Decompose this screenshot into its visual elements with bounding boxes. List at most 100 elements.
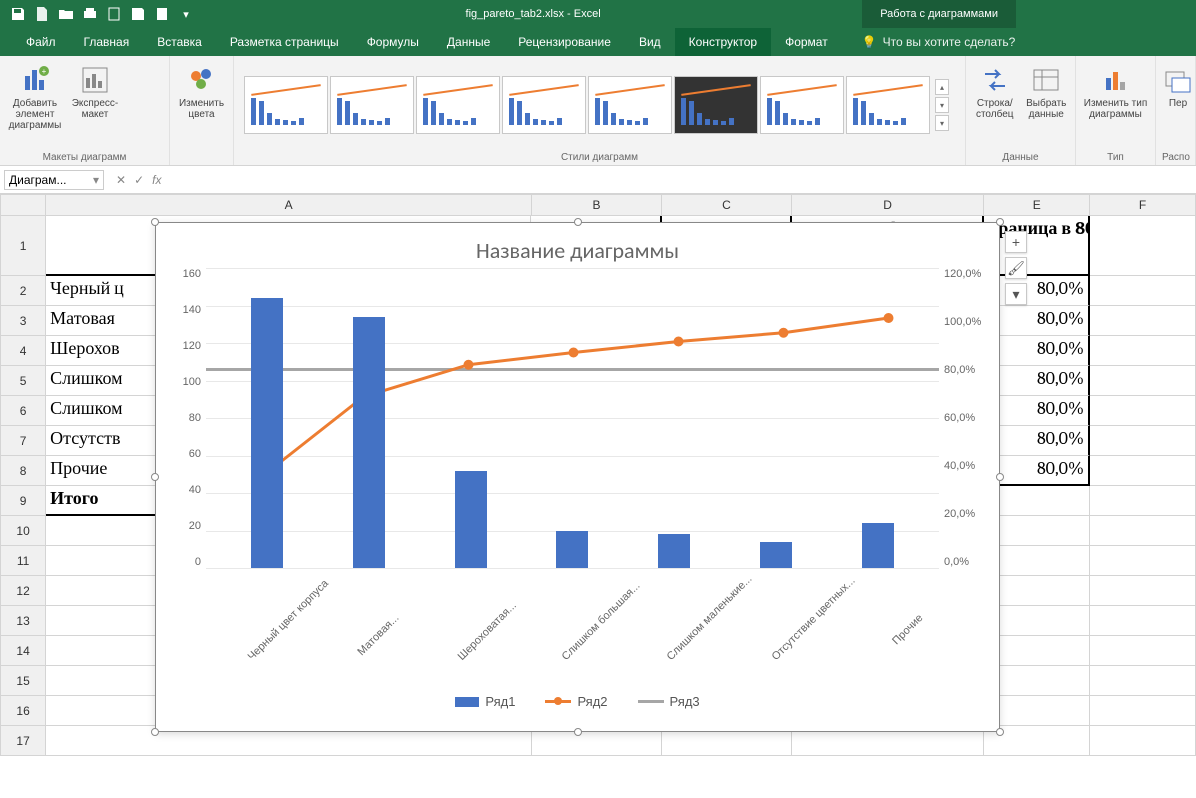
style-thumb-8[interactable] [846, 76, 930, 134]
formula-input[interactable] [169, 170, 1196, 190]
change-chart-type-button[interactable]: Изменить тип диаграммы [1082, 60, 1149, 120]
add-chart-element-button[interactable]: + Добавить элемент диаграммы [6, 60, 64, 131]
row-header[interactable]: 8 [0, 456, 46, 486]
col-header-E[interactable]: E [984, 194, 1090, 216]
style-thumb-1[interactable] [244, 76, 328, 134]
cell[interactable] [1090, 336, 1196, 366]
row-header[interactable]: 12 [0, 576, 46, 606]
cell[interactable] [1090, 306, 1196, 336]
qat-dropdown-icon[interactable]: ▾ [178, 6, 194, 22]
quickprint-icon[interactable] [82, 6, 98, 22]
cell[interactable] [1090, 216, 1196, 276]
row-header[interactable]: 16 [0, 696, 46, 726]
tab-page-layout[interactable]: Разметка страницы [216, 28, 353, 56]
style-thumb-3[interactable] [416, 76, 500, 134]
gallery-up-icon[interactable]: ▴ [935, 79, 949, 95]
gallery-down-icon[interactable]: ▾ [935, 97, 949, 113]
resize-handle-icon[interactable] [151, 728, 159, 736]
cell[interactable] [1090, 666, 1196, 696]
namebox-dropdown-icon[interactable]: ▾ [93, 173, 99, 187]
tab-formulas[interactable]: Формулы [353, 28, 433, 56]
row-header[interactable]: 11 [0, 546, 46, 576]
row-header[interactable]: 3 [0, 306, 46, 336]
tab-chart-design[interactable]: Конструктор [675, 28, 771, 56]
style-thumb-2[interactable] [330, 76, 414, 134]
cell[interactable] [1090, 426, 1196, 456]
cell[interactable] [1090, 726, 1196, 756]
row-header[interactable]: 17 [0, 726, 46, 756]
col-header-F[interactable]: F [1090, 194, 1196, 216]
tab-file[interactable]: Файл [12, 28, 70, 56]
chart-elements-button[interactable]: + [1005, 231, 1027, 253]
enter-formula-icon[interactable]: ✓ [134, 173, 144, 187]
col-header-C[interactable]: C [662, 194, 792, 216]
fx-icon[interactable]: fx [152, 173, 161, 187]
row-header[interactable]: 14 [0, 636, 46, 666]
name-box[interactable]: Диаграм... ▾ [4, 170, 104, 190]
col-header-A[interactable]: A [46, 194, 532, 216]
row-header[interactable]: 1 [0, 216, 46, 276]
cell[interactable] [1090, 696, 1196, 726]
resize-handle-icon[interactable] [574, 728, 582, 736]
cell[interactable] [1090, 396, 1196, 426]
style-thumb-5[interactable] [588, 76, 672, 134]
switch-row-col-button[interactable]: Строка/столбец [972, 60, 1018, 120]
save2-icon[interactable] [130, 6, 146, 22]
style-thumb-4[interactable] [502, 76, 586, 134]
resize-handle-icon[interactable] [151, 218, 159, 226]
resize-handle-icon[interactable] [151, 473, 159, 481]
new-icon[interactable] [34, 6, 50, 22]
tab-view[interactable]: Вид [625, 28, 675, 56]
cell[interactable] [1090, 516, 1196, 546]
save-icon[interactable] [10, 6, 26, 22]
cell[interactable] [1090, 456, 1196, 486]
resize-handle-icon[interactable] [996, 473, 1004, 481]
chart-title[interactable]: Название диаграммы [156, 223, 999, 268]
resize-handle-icon[interactable] [574, 218, 582, 226]
chart-filters-button[interactable]: ▾ [1005, 283, 1027, 305]
worksheet-grid[interactable]: A B C D E F 1 Кол-во Процент Процент деф… [0, 194, 1196, 798]
tab-data[interactable]: Данные [433, 28, 504, 56]
cell[interactable] [1090, 276, 1196, 306]
cell[interactable] [1090, 546, 1196, 576]
cell[interactable] [1090, 606, 1196, 636]
cell[interactable] [1090, 636, 1196, 666]
open-icon[interactable] [58, 6, 74, 22]
tab-chart-format[interactable]: Формат [771, 28, 842, 56]
embedded-chart[interactable]: + 🖌 ▾ Название диаграммы 160140120100806… [155, 222, 1000, 732]
change-colors-button[interactable]: Изменить цвета [176, 60, 227, 120]
tell-me-search[interactable]: 💡 Что вы хотите сделать? [862, 35, 1016, 49]
plot-area[interactable]: 160140120100806040200 120,0%100,0%80,0%6… [206, 268, 939, 568]
row-header[interactable]: 4 [0, 336, 46, 366]
row-header[interactable]: 9 [0, 486, 46, 516]
tab-insert[interactable]: Вставка [143, 28, 216, 56]
resize-handle-icon[interactable] [996, 218, 1004, 226]
move-chart-button[interactable]: Пер [1162, 60, 1194, 109]
cancel-formula-icon[interactable]: ✕ [116, 173, 126, 187]
gallery-more-icon[interactable]: ▾ [935, 115, 949, 131]
row-header[interactable]: 7 [0, 426, 46, 456]
row-header[interactable]: 5 [0, 366, 46, 396]
row-header[interactable]: 2 [0, 276, 46, 306]
chart-styles-gallery[interactable]: ▴ ▾ ▾ [240, 60, 959, 150]
paste-icon[interactable] [154, 6, 170, 22]
select-data-button[interactable]: Выбрать данные [1024, 60, 1070, 120]
row-header[interactable]: 6 [0, 396, 46, 426]
cell[interactable] [1090, 366, 1196, 396]
row-header[interactable]: 13 [0, 606, 46, 636]
tab-review[interactable]: Рецензирование [504, 28, 625, 56]
col-header-D[interactable]: D [792, 194, 984, 216]
quick-layout-button[interactable]: Экспресс-макет [70, 60, 120, 120]
cell[interactable] [1090, 576, 1196, 606]
style-thumb-6[interactable] [674, 76, 758, 134]
select-all-corner[interactable] [0, 194, 46, 216]
row-header[interactable]: 10 [0, 516, 46, 546]
resize-handle-icon[interactable] [996, 728, 1004, 736]
tab-home[interactable]: Главная [70, 28, 144, 56]
preview-icon[interactable] [106, 6, 122, 22]
style-thumb-7[interactable] [760, 76, 844, 134]
col-header-B[interactable]: B [532, 194, 662, 216]
cell[interactable] [1090, 486, 1196, 516]
chart-styles-button[interactable]: 🖌 [1005, 257, 1027, 279]
row-header[interactable]: 15 [0, 666, 46, 696]
